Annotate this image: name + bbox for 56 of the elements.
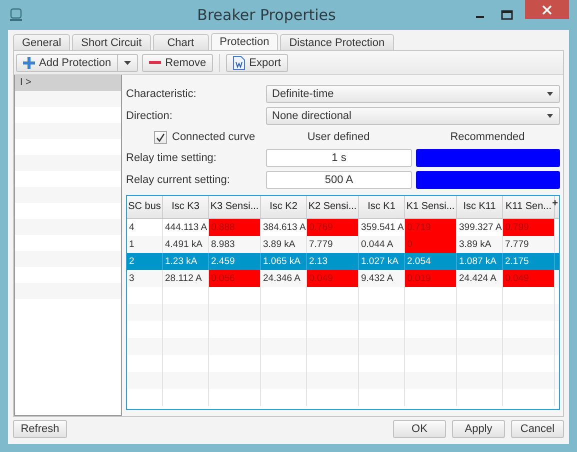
export-button[interactable]: Export (226, 54, 288, 72)
tab[interactable]: Distance Protection (280, 34, 394, 50)
column-label: Recommended (449, 131, 526, 143)
refresh-button[interactable]: Refresh (13, 420, 67, 438)
table-cell: 0.888 (209, 219, 261, 236)
table-cell: 0.799 (503, 219, 555, 236)
window-title: Breaker Properties (196, 6, 337, 24)
ok-button[interactable]: OK (393, 420, 446, 438)
maximize-icon[interactable] (501, 10, 513, 20)
minus-icon (149, 60, 162, 64)
close-icon (542, 4, 552, 14)
column-header[interactable]: Isc K2 (261, 196, 307, 218)
app-icon (10, 8, 22, 22)
column-header[interactable]: K1 Sensi... (405, 196, 457, 218)
checkbox[interactable] (154, 130, 167, 144)
column-header[interactable]: K3 Sensi... (209, 196, 261, 218)
column-header[interactable]: Isc K11 (457, 196, 503, 218)
column-menu-button[interactable]: + (552, 198, 558, 210)
table-cell: 3 (127, 270, 163, 287)
tab[interactable]: General (13, 34, 70, 50)
column-header[interactable]: Isc K1 (359, 196, 405, 218)
plus-icon (23, 56, 35, 68)
column-header[interactable]: SC bus (127, 196, 163, 218)
direction-dropdown[interactable]: None directional (266, 107, 560, 125)
column-header[interactable]: K2 Sensi... (307, 196, 359, 218)
table-cell: 0.719 (405, 219, 457, 236)
remove-button[interactable]: Remove (142, 54, 214, 72)
list-item[interactable]: I > (15, 75, 121, 91)
caret-icon (547, 114, 553, 118)
column-label: User defined (306, 131, 371, 143)
cancel-button[interactable]: Cancel (511, 420, 564, 438)
tab[interactable]: Protection (210, 33, 278, 50)
close-button[interactable] (525, 0, 569, 19)
field-label: Relay current setting: (126, 174, 231, 186)
field-label: Direction: (126, 110, 174, 122)
dropdown-button[interactable] (118, 54, 138, 72)
characteristic-dropdown[interactable]: Definite-time (266, 85, 560, 103)
tab[interactable]: Short Circuit (72, 34, 151, 50)
table-cell: 0.056 (209, 270, 261, 287)
apply-button[interactable]: Apply (452, 420, 505, 438)
field-label: Characteristic: (126, 88, 198, 100)
caret-icon (124, 60, 132, 64)
caret-icon (547, 92, 553, 96)
table-cell: 0.049 (307, 270, 359, 287)
column-header[interactable]: Isc K3 (163, 196, 209, 218)
input-field[interactable]: 1 s (266, 149, 412, 167)
add-protection-button[interactable]: Add Protection (16, 54, 118, 72)
input-field[interactable]: 500 A (266, 171, 412, 189)
table-cell: 0.019 (405, 270, 457, 287)
document-icon (233, 56, 246, 70)
table-cell: 0.049 (503, 270, 555, 287)
field-label: Relay time setting: (126, 152, 218, 164)
table-cell: 0 (405, 236, 457, 253)
table-cell: 0.769 (307, 219, 359, 236)
checkbox-label: Connected curve (172, 131, 256, 143)
tab[interactable]: Chart (152, 34, 209, 50)
